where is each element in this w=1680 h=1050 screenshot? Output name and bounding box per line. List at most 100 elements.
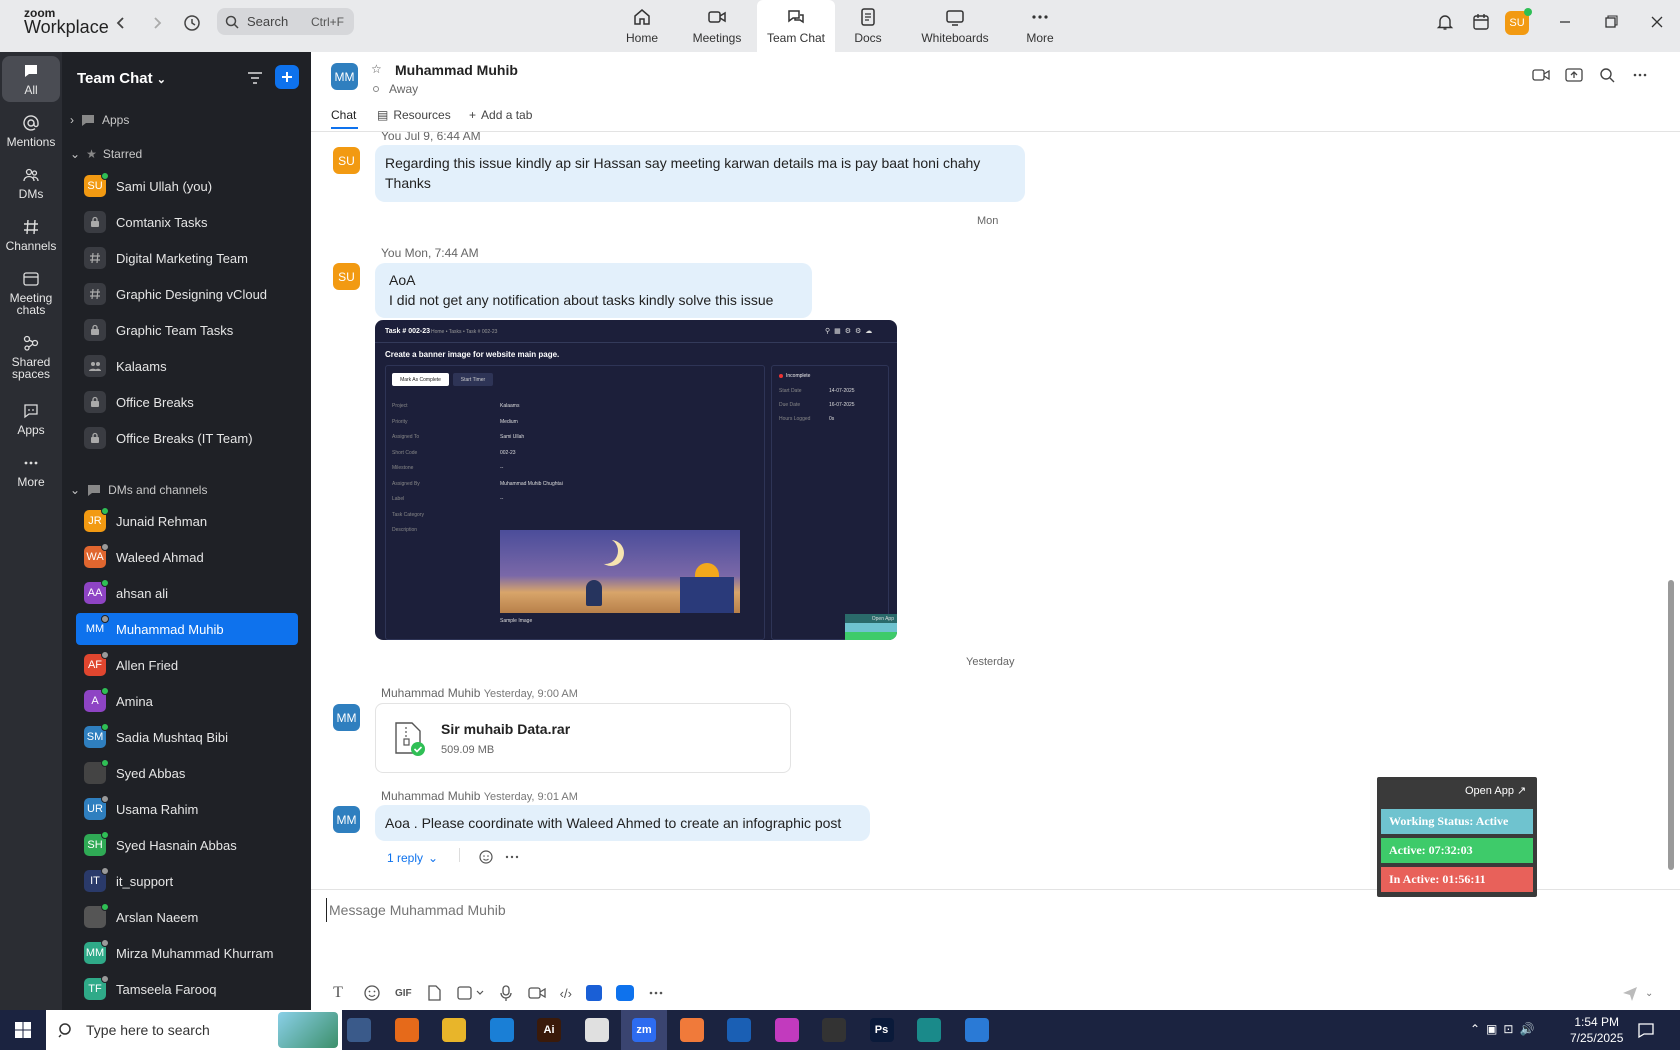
sender-avatar[interactable]: MM [333,704,360,731]
taskbar-app[interactable] [764,1010,810,1050]
taskbar-app[interactable] [384,1010,430,1050]
add-tab-button[interactable]: + Add a tab [469,108,532,122]
sidebar-item[interactable]: AA ahsan ali [76,577,298,609]
notifications-button[interactable] [1430,8,1460,36]
start-button[interactable] [0,1010,46,1050]
tab-meetings[interactable]: Meetings [678,0,756,52]
rail-channels[interactable]: Channels [2,218,60,252]
rail-meeting-chats[interactable]: Meeting chats [2,270,60,316]
sidebar-item[interactable]: SM Sadia Mushtaq Bibi [76,721,298,753]
rail-mentions[interactable]: Mentions [2,114,60,148]
notification-center-button[interactable] [1636,1020,1656,1040]
maximize-button[interactable] [1596,8,1626,36]
star-icon[interactable]: ☆ [371,62,382,76]
sidebar-item[interactable]: Arslan Naeem [76,901,298,933]
taskbar-app[interactable] [336,1010,382,1050]
taskbar-search[interactable]: Type here to search [46,1010,342,1050]
microphone-icon[interactable] [498,984,514,1002]
compose-button[interactable] [275,65,299,89]
message-bubble[interactable]: Aoa . Please coordinate with Waleed Ahme… [375,805,870,841]
share-screen-button[interactable] [1565,67,1583,83]
taskbar-app[interactable]: Ai [526,1010,572,1050]
chat-search-button[interactable] [1599,67,1615,83]
message-more-button[interactable] [504,849,520,865]
scrollbar[interactable] [1668,580,1674,870]
video-message-icon[interactable] [528,985,546,1001]
sidebar-item[interactable]: TF Tamseela Farooq [76,973,298,1005]
sidebar-item[interactable]: Graphic Team Tasks [76,314,298,346]
sidebar-item[interactable]: Office Breaks [76,386,298,418]
sidebar-item[interactable]: MM Muhammad Muhib [76,613,298,645]
rail-dms[interactable]: DMs [2,166,60,200]
system-tray-icons[interactable]: ⌃▣⊡🔊 [1470,1022,1540,1036]
sidebar-item[interactable]: Syed Abbas [76,757,298,789]
tab-more[interactable]: More [1001,0,1079,52]
sidebar-item[interactable]: Graphic Designing vCloud [76,278,298,310]
filter-button[interactable] [246,70,264,86]
image-attachment[interactable]: Task # 002-23 Home • Tasks • Task # 002-… [375,320,897,640]
taskbar-app[interactable]: Ps [859,1010,905,1050]
chat-more-button[interactable] [1632,67,1648,83]
more-icon[interactable] [648,985,664,1001]
tab-docs[interactable]: Docs [829,0,907,52]
section-starred[interactable]: ⌄ ★ Starred [70,147,142,161]
back-button[interactable] [108,10,134,36]
taskbar-app[interactable]: zm [621,1010,667,1050]
sidebar-item[interactable]: IT it_support [76,865,298,897]
widget-open-app[interactable]: Open App ↗ [1465,784,1526,797]
taskbar-app[interactable] [906,1010,952,1050]
gif-icon[interactable]: GIF [395,988,412,999]
search-box[interactable]: Search Ctrl+F [217,8,354,35]
video-call-button[interactable] [1532,68,1550,82]
file-attachment[interactable]: Sir muhaib Data.rar 509.09 MB [375,703,791,773]
minimize-button[interactable] [1550,8,1580,36]
section-apps[interactable]: › Apps [70,112,129,128]
taskbar-app[interactable] [954,1010,1000,1050]
sidebar-item[interactable]: JR Junaid Rehman [76,505,298,537]
sidebar-item[interactable]: SH Syed Hasnain Abbas [76,829,298,861]
taskbar-app[interactable] [574,1010,620,1050]
taskbar-app[interactable] [811,1010,857,1050]
sidebar-title[interactable]: Team Chat ⌄ [77,70,166,87]
sidebar-item[interactable]: WA Waleed Ahmad [76,541,298,573]
rail-shared-spaces[interactable]: Shared spaces [2,334,60,380]
send-button[interactable]: ⌄ [1621,984,1653,1002]
section-dms[interactable]: ⌄ DMs and channels [70,482,207,498]
taskbar-app[interactable] [479,1010,525,1050]
message-input[interactable] [326,898,1426,922]
rail-more[interactable]: More [2,454,60,488]
sidebar-item[interactable]: Comtanix Tasks [76,206,298,238]
file-icon[interactable] [426,984,442,1002]
taskbar-app[interactable] [669,1010,715,1050]
sidebar-item[interactable]: Kalaams [76,350,298,382]
tab-whiteboards[interactable]: Whiteboards [915,0,995,52]
replies-link[interactable]: 1 reply ⌄ [387,851,438,865]
contact-name[interactable]: Muhammad Muhib [395,62,518,78]
history-button[interactable] [179,10,205,36]
message-bubble[interactable]: AoA I did not get any notification about… [375,263,812,318]
sidebar-item[interactable]: A Amina [76,685,298,717]
zoom-app-icon[interactable] [615,985,634,1001]
sidebar-item[interactable]: SU Sami Ullah (you) [76,170,298,202]
tab-home[interactable]: Home [603,0,681,52]
sender-avatar[interactable]: MM [333,806,360,833]
screenshot-icon[interactable] [456,984,484,1002]
sidebar-item[interactable]: Digital Marketing Team [76,242,298,274]
tab-chat[interactable]: Chat [331,108,356,122]
sidebar-item[interactable]: AF Allen Fried [76,649,298,681]
sidebar-item[interactable]: Office Breaks (IT Team) [76,422,298,454]
sidebar-item[interactable]: UR Usama Rahim [76,793,298,825]
code-icon[interactable]: ‹/› [560,986,572,1001]
taskbar-app[interactable] [716,1010,762,1050]
sender-avatar[interactable]: SU [333,147,360,174]
forward-button[interactable] [144,10,170,36]
app-shortcut-icon[interactable] [585,985,602,1001]
emoji-icon[interactable] [363,984,381,1002]
message-bubble[interactable]: Regarding this issue kindly ap sir Hassa… [375,145,1025,202]
sidebar-item[interactable]: MM Mirza Muhammad Khurram [76,937,298,969]
user-avatar[interactable]: SU [1505,8,1532,35]
calendar-button[interactable] [1466,8,1496,36]
add-reaction-button[interactable] [478,849,494,865]
rail-apps[interactable]: Apps [2,402,60,436]
contact-avatar[interactable]: MM [331,63,358,90]
